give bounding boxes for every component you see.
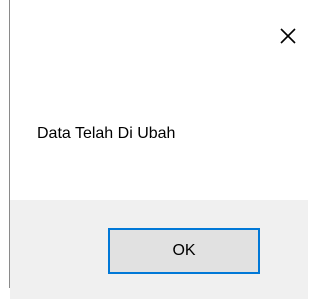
close-button[interactable] bbox=[274, 22, 302, 50]
ok-button[interactable]: OK bbox=[108, 228, 260, 274]
dialog-body bbox=[10, 0, 308, 200]
dialog-message: Data Telah Di Ubah bbox=[37, 125, 176, 142]
message-dialog: Data Telah Di Ubah OK bbox=[0, 0, 308, 299]
close-icon bbox=[279, 27, 297, 45]
